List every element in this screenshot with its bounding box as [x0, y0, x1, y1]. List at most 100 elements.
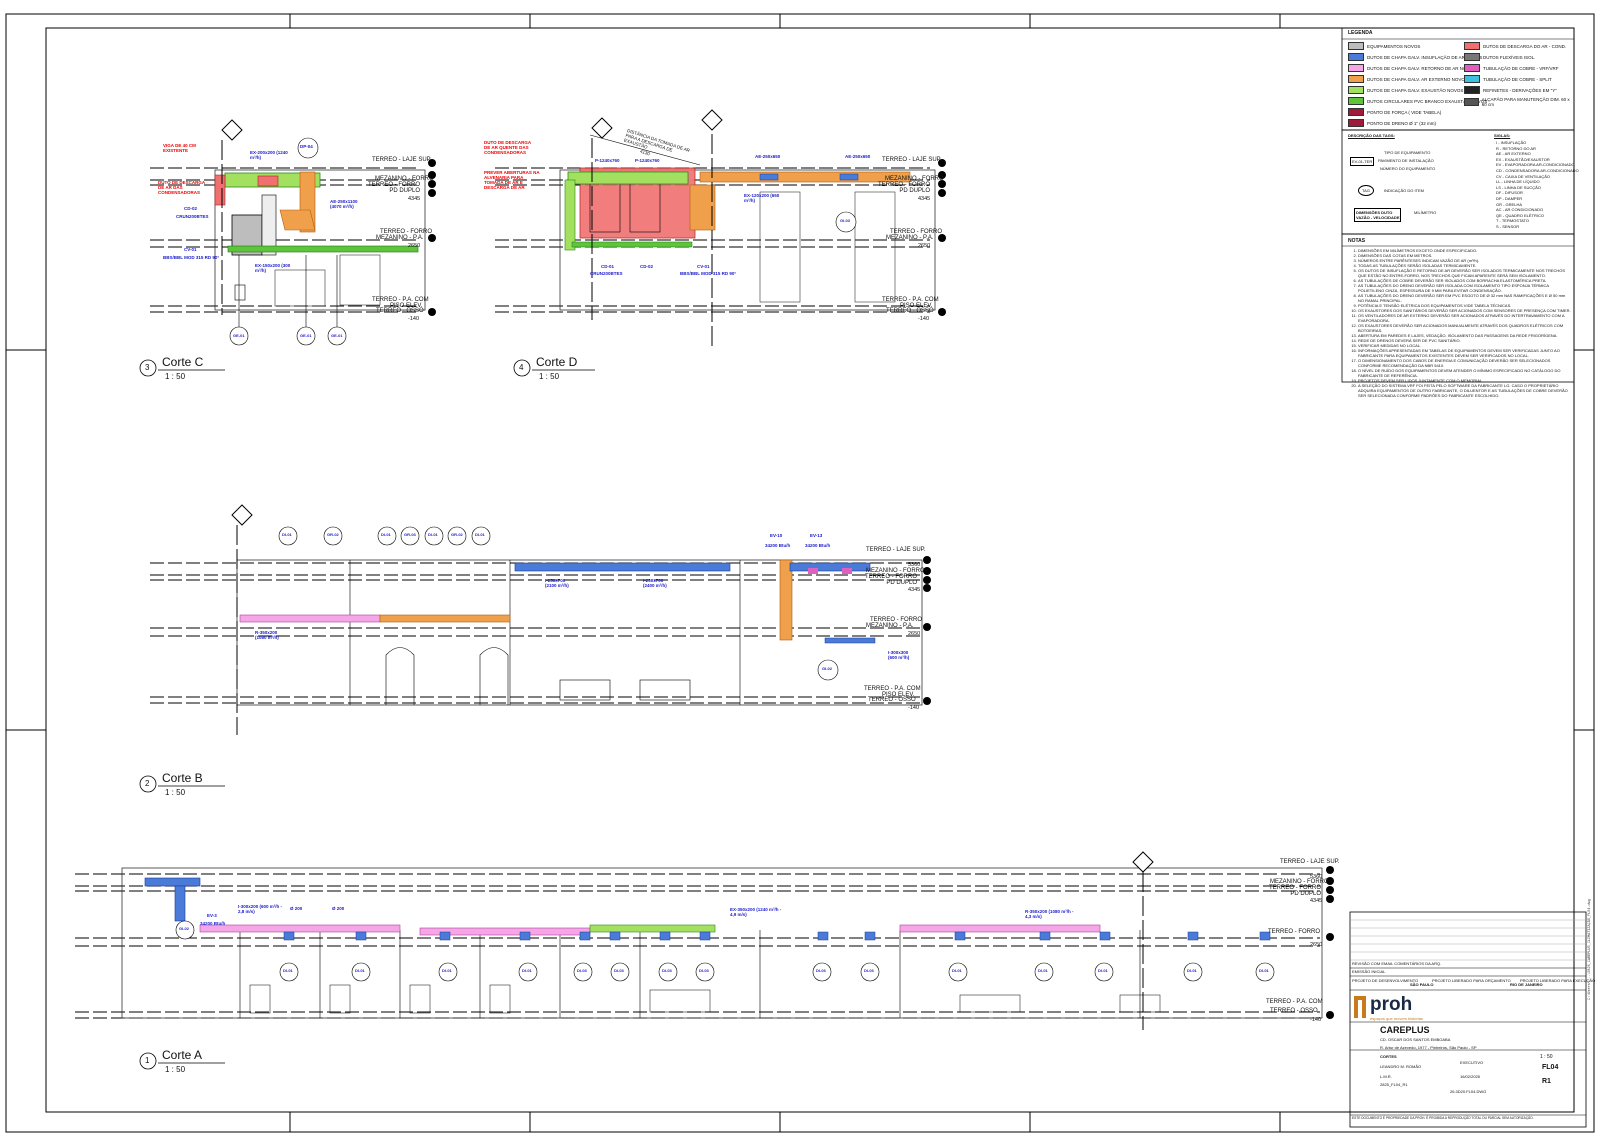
corte-a-tag-10: DI-03	[864, 968, 874, 973]
legend-item-label: PONTO DE DRENO Ø 1" (32 mm)	[1367, 120, 1437, 126]
corte-b-tag-3: DI-01	[381, 532, 391, 537]
desc-tag-sample: EV-01-TER	[1350, 157, 1375, 166]
corte-c-level-terreo-forro-pd: TERREO - FORRO PD DUPLO	[368, 182, 420, 194]
panel-title-marks	[139, 359, 595, 1070]
corte-b-value-neg140: -140	[908, 705, 920, 711]
corte-a-tag-4: DI-01	[522, 968, 532, 973]
corte-c-level-laje: TERREO - LAJE SUP.	[372, 157, 432, 163]
sigla-item: LS - LINHA DE SUCÇÃO	[1496, 184, 1541, 190]
corte-a-ev: EV-3	[207, 913, 217, 918]
corte-a-scale: 1 : 50	[165, 1065, 186, 1074]
tb-client: CD. OSCAR DOS SANTOS EMBOABA	[1380, 1037, 1451, 1042]
desc-duct-sample: DIMENSÕES DUTO VAZÃO - VELOCIDADE	[1354, 208, 1402, 222]
corte-a-value-4345: 4345	[1310, 898, 1323, 904]
corte-a-number: 1	[145, 1056, 150, 1065]
desc-line-2: PAVIMENTO DE INSTALAÇÃO	[1378, 158, 1434, 163]
sigla-item: DF - DIFUSOR	[1496, 190, 1523, 196]
desc-line-6: MILÍMETRO	[1414, 210, 1437, 215]
corte-a-ev-cap: 34200 Btu/h	[200, 921, 226, 926]
legend-item: DUTOS DE CHAPA GALV. AR EXTERNO NOVOS	[1348, 75, 1468, 83]
corte-a-tag-1: DI-01	[283, 968, 293, 973]
corte-b-level-markers	[923, 556, 931, 705]
corte-c-tag-3: GE-01	[331, 333, 343, 338]
corte-d-cv: CV-01	[697, 264, 710, 269]
corte-a-d1: Ø 200	[290, 906, 303, 911]
corte-d-level-markers	[938, 159, 946, 316]
corte-b-title: Corte B	[162, 771, 203, 785]
tb-file: 26.3D20.FL04.DWG	[1450, 1089, 1487, 1094]
corte-a-tag-3: DI-01	[442, 968, 452, 973]
corte-c-ex2: EX-150x200 (300 m³/h)	[255, 263, 291, 273]
corte-b-r1: R-350x200 (1080 m³/h)	[255, 630, 279, 640]
corte-c-red-note-1: VIGA DE 40 CM EXISTENTE	[163, 143, 196, 153]
corte-a-tag-7: DI-03	[662, 968, 672, 973]
tb-rev-1: REVISÃO COM EMAIL COMENTÁRIOS DA ARQ.	[1352, 961, 1442, 966]
legend-swatch	[1348, 108, 1364, 116]
corte-a-level-terreo-forro: TERREO - FORRO	[1268, 929, 1320, 935]
drawing-sheet: VIGA DE 40 CM EXISTENTE DUTO DE DESCARGA…	[0, 0, 1600, 1139]
corte-c-cd-sub: CRUN200BTES	[176, 214, 209, 219]
legend-item: DUTOS DE DESCARGA DO AR - COND.	[1464, 42, 1566, 50]
corte-b-tags-circles	[278, 526, 839, 681]
tb-option-1[interactable]: PROJETO DE DESENVOLVIMENTO	[1352, 978, 1418, 983]
tb-option-2[interactable]: PROJETO LIBERADO PARA ORÇAMENTO	[1432, 978, 1511, 983]
note-item: OS DUTOS DE INSUFLAÇÃO E RETORNO DE AR D…	[1358, 268, 1572, 278]
corte-b-level-terreo-forro-pd: TERREO - FORRO PD DUPLO	[865, 574, 917, 586]
corte-d-level-laje: TERREO - LAJE SUP.	[882, 157, 942, 163]
legend-item-label: REFINETES - DERIVAÇÕES EM "Y"	[1483, 87, 1557, 93]
corte-a-d2: Ø 200	[332, 906, 345, 911]
title-block: REVISÃO COM EMAIL COMENTÁRIOS DA ARQ. EM…	[1350, 912, 1595, 1127]
corte-d-value-4345: 4345	[918, 196, 931, 202]
tb-scale: 1 : 50	[1540, 1054, 1553, 1060]
sigla-item: AC - AR CONDICIONADO	[1496, 207, 1544, 213]
legend-swatch	[1348, 86, 1364, 94]
corte-a-gi: GI-02	[179, 926, 190, 931]
corte-d-cv-sub: BBS/BBL MOD 315 RD 90°	[680, 271, 737, 276]
corte-d-level-terreo-forro-pd: TERREO - FORRO PD DUPLO	[878, 182, 930, 194]
corte-b-ev1-cap: 34200 Btu/h	[765, 543, 791, 548]
tb-sheet: FL04	[1542, 1064, 1559, 1071]
legend-swatch	[1348, 119, 1364, 127]
corte-d-value-2650: 2650	[918, 243, 931, 249]
section-corte-d	[495, 109, 946, 350]
legend-item: DUTOS DE CHAPA GALV. INSUFLAÇÃO DE AR NO…	[1348, 53, 1482, 61]
corte-c-tag-1: GE-01	[233, 333, 245, 338]
corte-c-number: 3	[145, 363, 150, 372]
legend-item-label: EQUIPAMENTOS NOVOS	[1367, 43, 1421, 49]
corte-b-ev2-cap: 34200 Btu/h	[805, 543, 831, 548]
legend-swatch	[1464, 42, 1480, 50]
corte-a-title: Corte A	[162, 1048, 203, 1062]
corte-c-level-terreo-osso: TERREO - OSSO	[376, 308, 424, 314]
notes-list: DIMENSÕES EM MILÍMETROS EXCETO ONDE ESPE…	[1346, 248, 1572, 398]
legend-item-label: DUTOS FLEXÍVEIS ISOL.	[1483, 54, 1536, 60]
corte-a-tag-2: DI-01	[355, 968, 365, 973]
corte-a-level-terreo-forro-pd: TERREO - FORRO PD DUPLO	[1269, 885, 1321, 897]
corte-d-cd2: CD-02	[640, 264, 654, 269]
side-file-path: C:\Users\...\2825_CAREPLUS_CLIMATIZAÇÃO_…	[1588, 899, 1592, 1000]
desc-line-3: NÚMERO DO EQUIPAMENTO	[1380, 166, 1436, 171]
corte-d-p1: P-1240x760	[595, 158, 620, 163]
legend-swatch	[1464, 86, 1480, 94]
corte-d-ae2: AE-250x650	[845, 154, 871, 159]
corte-a-tag-11: DI-01	[952, 968, 962, 973]
tb-office-1: SÃO PAULO	[1410, 982, 1434, 987]
legend-item-label: DUTOS DE CHAPA GALV. AR EXTERNO NOVOS	[1367, 76, 1468, 82]
corte-b-tag-7: DI-01	[475, 532, 485, 537]
corte-d-red-note-2: PREVER ABERTURAS NA ALVENARIA PARA TOMAD…	[484, 170, 540, 190]
corte-a-tag-15: DI-01	[1259, 968, 1269, 973]
corte-d-cd1-sub: CRUN200BTES	[590, 271, 623, 276]
section-corte-b	[150, 504, 931, 735]
corte-d-ae1: AE-250x650	[755, 154, 781, 159]
corte-b-gi: GI-02	[822, 666, 833, 671]
corte-d-red-note-1: DUTO DE DESCARGA DE AR QUENTE DAS CONDEN…	[484, 140, 532, 155]
sigla-item: QE - QUADRO ELÉTRICO	[1496, 212, 1545, 218]
corte-b-tag-2: GR-02	[327, 532, 339, 537]
corte-c-cv-sub: BBS/BBL MOD 315 RD 90°	[163, 255, 220, 260]
corte-a-tag-9: DI-03	[816, 968, 826, 973]
legend-item-label: DUTOS DE DESCARGA DO AR - COND.	[1483, 43, 1567, 49]
corte-b-number: 2	[145, 779, 150, 788]
corte-b-level-mezanino-pa: MEZANINO - P.A.	[866, 623, 914, 629]
note-item: OS VENTILADORES DE AR EXTERNO DEVERÃO SE…	[1358, 313, 1572, 323]
sigla-item: I - INSUFLAÇÃO	[1496, 140, 1527, 145]
corte-d-cd1: CD-01	[601, 264, 615, 269]
